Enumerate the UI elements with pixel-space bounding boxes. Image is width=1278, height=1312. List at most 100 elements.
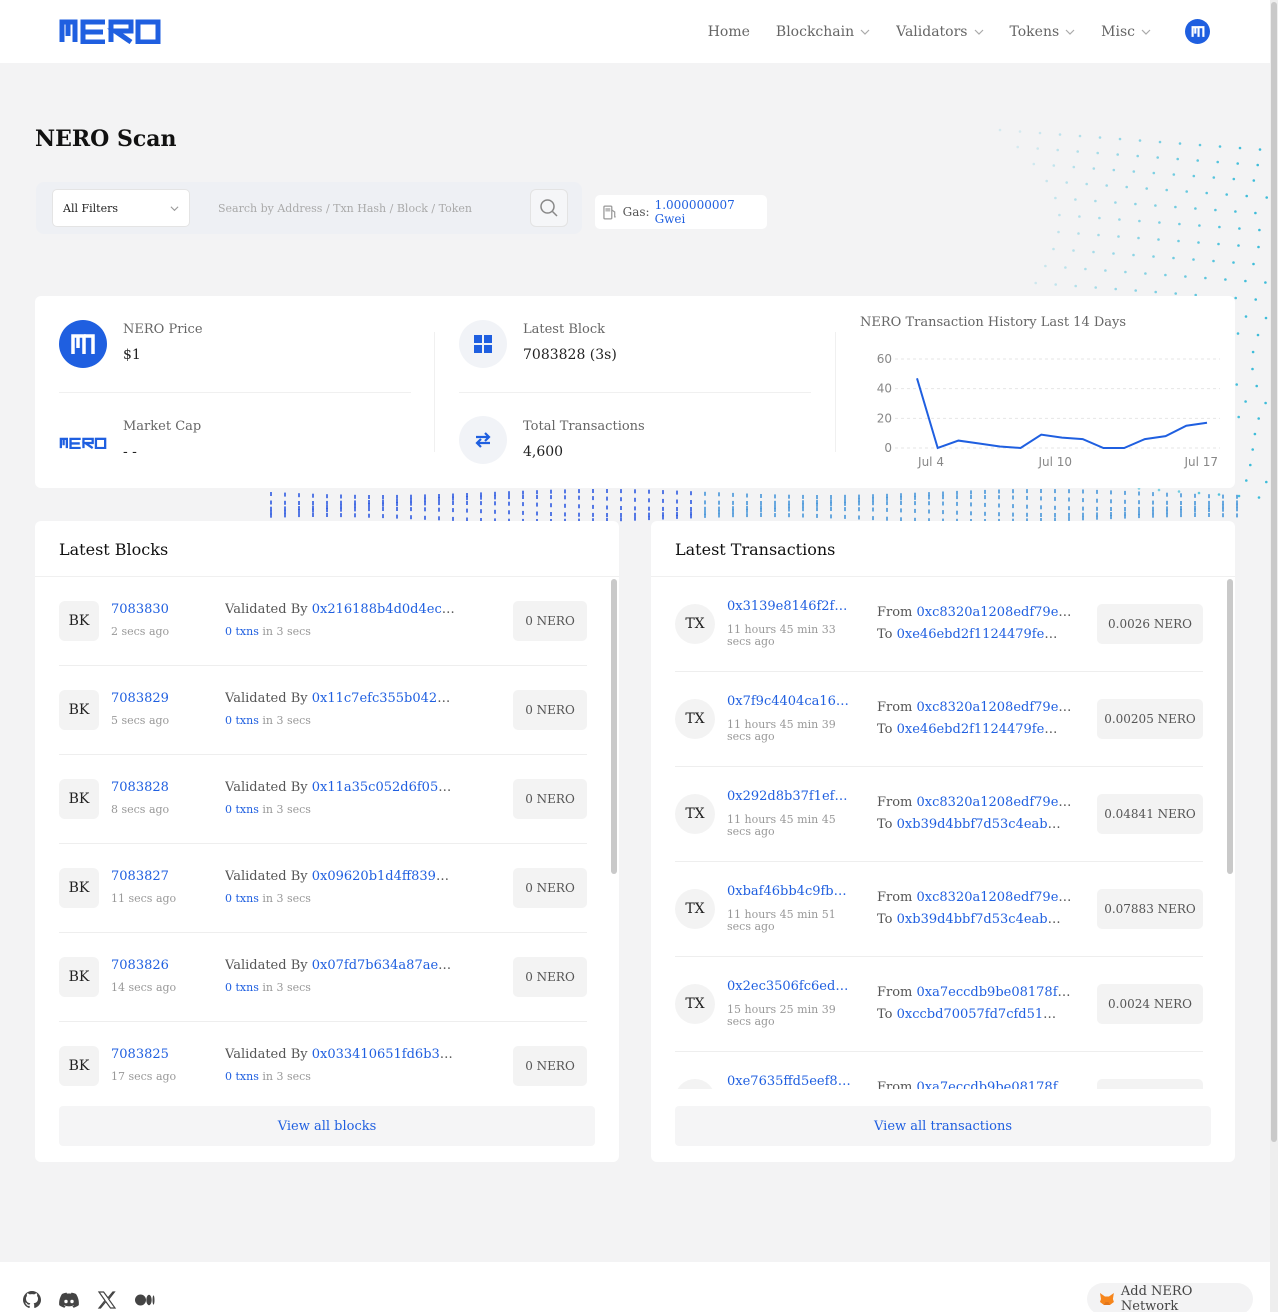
block-txns-link[interactable]: 0 txns — [225, 803, 259, 816]
chart-x-tick-label: Jul 17 — [1184, 455, 1219, 469]
main-nav: Home Blockchain Validators Tokens Misc — [708, 0, 1270, 63]
block-txns-suffix: in 3 secs — [262, 714, 311, 727]
tx-from-address-link[interactable]: 0xc8320a1208edf79e589... — [917, 890, 1073, 905]
divider — [434, 332, 435, 452]
latest-transactions-title: Latest Transactions — [675, 540, 836, 559]
block-txns-link[interactable]: 0 txns — [225, 1070, 259, 1083]
nav-item-blockchain[interactable]: Blockchain — [776, 24, 870, 40]
divider — [459, 392, 811, 393]
validator-address-link[interactable]: 0x033410651fd6b3ae1... — [312, 1047, 455, 1062]
tx-age: 11 hours 45 min 45 secs ago — [727, 814, 836, 838]
block-badge: BK — [59, 601, 99, 641]
tx-from-address-link[interactable]: 0xa7eccdb9be08178f896... — [917, 1080, 1073, 1089]
view-all-blocks-button[interactable]: View all blocks — [59, 1106, 595, 1146]
add-network-button[interactable]: Add NERO Network — [1087, 1283, 1253, 1312]
block-number-link[interactable]: 7083826 — [111, 958, 211, 973]
validator-address-link[interactable]: 0x11c7efc355b04292cd... — [312, 691, 455, 706]
tx-to-address-link[interactable]: 0xccbd70057fd7cfd518f7... — [897, 1007, 1063, 1022]
search-input[interactable] — [206, 189, 526, 227]
nav-item-label: Home — [707, 23, 750, 40]
wallet-avatar[interactable] — [1185, 19, 1210, 44]
block-txns-suffix: in 3 secs — [262, 803, 311, 816]
tx-from-address-link[interactable]: 0xc8320a1208edf79e589... — [917, 605, 1073, 620]
nav-item-misc[interactable]: Misc — [1101, 24, 1151, 40]
tx-hash-link[interactable]: 0xe7635ffd5eef8c... — [727, 1074, 851, 1089]
block-txns-suffix: in 3 secs — [262, 1070, 311, 1083]
block-txns-suffix: in 3 secs — [262, 981, 311, 994]
tx-to-address-link[interactable]: 0xe46ebd2f1124479fe13b... — [897, 627, 1063, 642]
validated-by-label: Validated By — [225, 869, 308, 884]
filter-select[interactable]: All Filters — [52, 189, 190, 227]
nero-coin-icon — [59, 320, 107, 368]
gas-label: Gas: — [622, 205, 650, 219]
transactions-scrollbar[interactable] — [1227, 579, 1233, 874]
tx-hash-link[interactable]: 0x7f9c4404ca16ef... — [727, 694, 851, 709]
block-reward: 0 NERO — [513, 1046, 587, 1086]
chart-series-line — [916, 377, 1208, 450]
tx-age-line2: secs ago — [727, 1015, 775, 1028]
block-reward: 0 NERO — [513, 868, 587, 908]
transaction-row: TX 0x2ec3506fc6ed8... 15 hours 25 min 39 se… — [675, 957, 1203, 1052]
gas-value: 1.000000007 Gwei — [654, 198, 735, 226]
block-row: BK 7083826 14 secs ago Validated By 0x07fd7… — [59, 933, 587, 1022]
nero-coin-icon — [1191, 26, 1204, 37]
x-icon[interactable] — [97, 1290, 117, 1310]
block-number-link[interactable]: 7083827 — [111, 869, 211, 884]
block-number-link[interactable]: 7083825 — [111, 1047, 211, 1062]
tx-hash-link[interactable]: 0x2ec3506fc6ed8... — [727, 979, 851, 994]
validator-address-link[interactable]: 0x07fd7b634a87ae9c59... — [312, 958, 455, 973]
tx-to-address-link[interactable]: 0xe46ebd2f1124479fe13b... — [897, 722, 1063, 737]
tx-amount: 0.0026 NERO — [1097, 604, 1203, 644]
transaction-row: TX 0xbaf46bb4c9fb4e... 11 hours 45 min 51 s… — [675, 862, 1203, 957]
tx-hash-link[interactable]: 0x292d8b37f1efae... — [727, 789, 851, 804]
tx-from-label: From — [877, 1080, 913, 1089]
tx-amount: 0.0024 NERO — [1097, 984, 1203, 1024]
transaction-row: TX 0xe7635ffd5eef8c... From 0xa7eccdb9be08… — [675, 1052, 1203, 1089]
tx-age-line2: secs ago — [727, 635, 775, 648]
view-all-transactions-button[interactable]: View all transactions — [675, 1106, 1211, 1146]
search-button[interactable] — [530, 189, 568, 227]
tx-to-label: To — [877, 1007, 893, 1022]
tx-age-line2: secs ago — [727, 730, 775, 743]
nero-logo[interactable] — [59, 18, 161, 48]
nav-item-home[interactable]: Home — [708, 24, 750, 40]
tx-from-address-link[interactable]: 0xc8320a1208edf79e589... — [917, 795, 1073, 810]
latest-transactions-list[interactable]: TX 0x3139e8146f2fe8... 11 hours 45 min 33 s… — [651, 577, 1235, 1089]
block-txns-link[interactable]: 0 txns — [225, 892, 259, 905]
github-icon[interactable] — [22, 1290, 42, 1310]
block-number-link[interactable]: 7083828 — [111, 780, 211, 795]
block-number-link[interactable]: 7083830 — [111, 602, 211, 617]
validated-by-label: Validated By — [225, 602, 308, 617]
chart-y-tick-label: 40 — [877, 382, 892, 396]
nav-item-tokens[interactable]: Tokens — [1010, 24, 1076, 40]
tx-to-label: To — [877, 722, 893, 737]
page-scrollbar[interactable] — [1270, 0, 1278, 1312]
blocks-scrollbar[interactable] — [611, 579, 617, 874]
page-scrollbar-thumb[interactable] — [1271, 2, 1277, 1142]
validator-address-link[interactable]: 0x11a35c052d6f051229... — [312, 780, 455, 795]
validator-address-link[interactable]: 0x216188b4d0d4ecfa20... — [312, 602, 455, 617]
block-txns: 0 txns in 3 secs — [225, 893, 311, 905]
price-value: $1 — [123, 347, 141, 363]
tx-hash-link[interactable]: 0xbaf46bb4c9fb4e... — [727, 884, 851, 899]
block-txns-link[interactable]: 0 txns — [225, 981, 259, 994]
block-txns-link[interactable]: 0 txns — [225, 714, 259, 727]
medium-icon[interactable] — [134, 1290, 156, 1310]
tx-to-address-link[interactable]: 0xb39d4bbf7d53c4eab709... — [897, 912, 1063, 927]
tx-amount: 0.07883 NERO — [1097, 889, 1203, 929]
tx-badge: TX — [675, 1079, 715, 1089]
tx-from-address-link[interactable]: 0xa7eccdb9be08178f896... — [917, 985, 1073, 1000]
nav-item-validators[interactable]: Validators — [896, 24, 983, 40]
tx-to-address-link[interactable]: 0xb39d4bbf7d53c4eab709... — [897, 817, 1063, 832]
latest-blocks-list[interactable]: BK 7083830 2 secs ago Validated By 0x216188… — [35, 577, 619, 1089]
discord-icon[interactable] — [58, 1290, 80, 1310]
tx-from: From 0xc8320a1208edf79e589... — [877, 605, 1073, 620]
tx-from-address-link[interactable]: 0xc8320a1208edf79e589... — [917, 700, 1073, 715]
block-row: BK 7083827 11 secs ago Validated By 0x09620… — [59, 844, 587, 933]
block-number-link[interactable]: 7083829 — [111, 691, 211, 706]
latest-blocks-title: Latest Blocks — [59, 540, 169, 559]
block-txns-link[interactable]: 0 txns — [225, 625, 259, 638]
validator-address-link[interactable]: 0x09620b1d4ff839cb7b... — [312, 869, 455, 884]
tx-hash-link[interactable]: 0x3139e8146f2fe8... — [727, 599, 851, 614]
tx-from: From 0xc8320a1208edf79e589... — [877, 700, 1073, 715]
